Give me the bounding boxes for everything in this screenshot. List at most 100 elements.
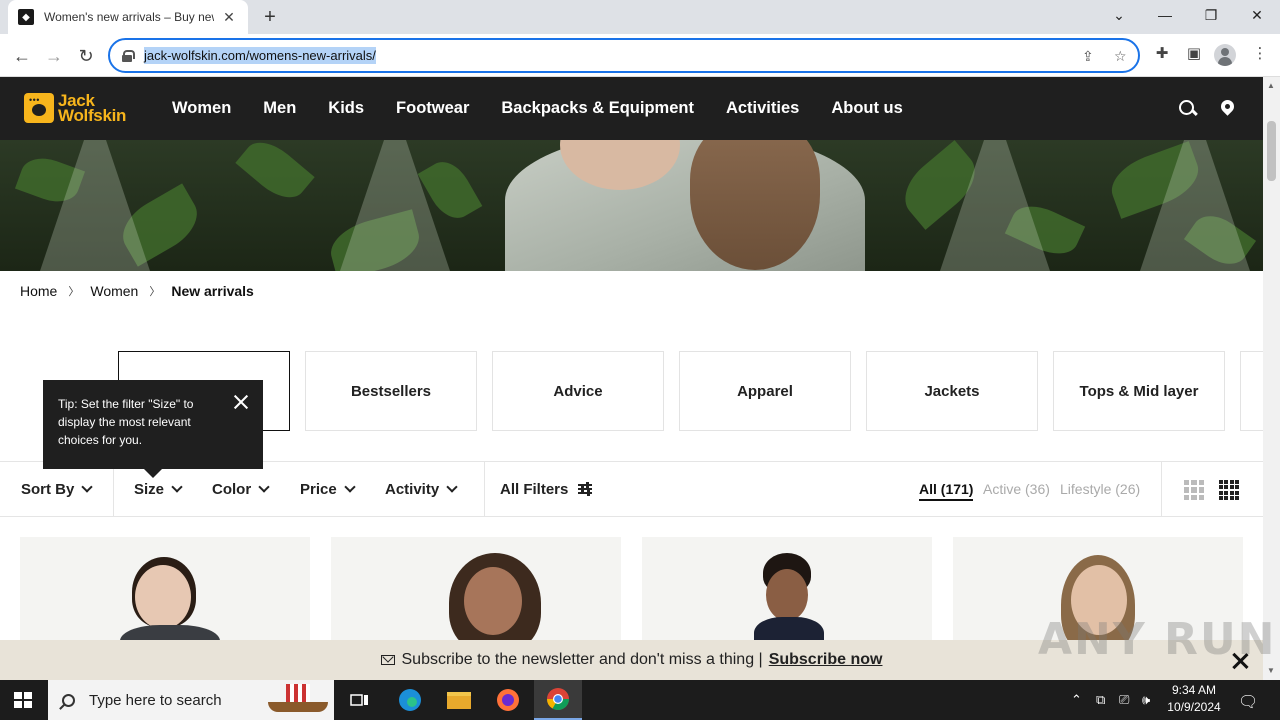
segment-active[interactable]: Active (36) [983,481,1050,497]
clock-date: 10/9/2024 [1167,700,1221,714]
chevron-down-icon [258,480,270,493]
restore-button[interactable]: ❐ [1188,0,1234,30]
scroll-up-arrow-icon[interactable]: ▲ [1267,81,1275,90]
price-filter-label: Price [300,480,337,498]
nav-women[interactable]: Women [172,99,231,118]
clock-time: 9:34 AM [1171,683,1217,697]
activity-filter-label: Activity [385,480,440,498]
file-explorer-icon[interactable] [435,680,483,720]
close-icon[interactable] [231,392,251,412]
address-bar[interactable]: jack-wolfskin.com/womens-new-arrivals/ ⇪… [108,38,1140,73]
size-filter-label: Size [134,480,165,498]
page-scrollbar[interactable]: ▲ ▼ [1263,77,1280,680]
extensions-icon[interactable]: ✚ [1150,44,1174,68]
back-arrow-icon[interactable]: ← [8,42,36,70]
breadcrumb: Home 〉 Women 〉 New arrivals [20,283,254,299]
sliders-icon [578,482,593,496]
breadcrumb-current: New arrivals [171,283,254,299]
tab-close-icon[interactable]: ✕ [220,9,238,26]
notifications-icon[interactable]: 🗨 [1238,692,1258,712]
chrome-icon[interactable] [534,680,582,720]
subscribe-now-link[interactable]: Subscribe now [769,651,883,669]
url-text[interactable]: jack-wolfskin.com/womens-new-arrivals/ [144,47,376,64]
tab-title: Women's new arrivals – Buy new [44,10,214,24]
taskbar-clock[interactable]: 9:34 AM 10/9/2024 [1160,682,1228,716]
activity-filter-dropdown[interactable]: Activity [385,462,458,516]
category-tile-apparel[interactable]: Apparel [679,351,851,431]
search-icon[interactable] [1177,98,1199,120]
menu-kebab-icon[interactable]: ⋮ [1248,44,1272,68]
minimize-button[interactable]: — [1142,0,1188,30]
lock-icon[interactable] [122,49,135,62]
favicon-icon: ◆ [18,9,34,25]
color-filter-dropdown[interactable]: Color [212,462,270,516]
product-card[interactable] [20,537,310,642]
category-tile-advice[interactable]: Advice [492,351,664,431]
edge-browser-icon[interactable] [386,680,434,720]
divider [113,462,114,516]
network-icon[interactable]: ⎚ [1119,692,1129,708]
scroll-down-arrow-icon[interactable]: ▼ [1267,666,1275,675]
divider [484,462,485,516]
forward-arrow-icon[interactable]: → [40,42,68,70]
side-panel-icon[interactable]: ▣ [1182,44,1206,68]
segment-all[interactable]: All (171) [919,481,974,501]
product-card[interactable] [331,537,621,642]
profile-avatar[interactable] [1214,44,1236,66]
nav-backpacks-equipment[interactable]: Backpacks & Equipment [501,99,694,118]
all-filters-label: All Filters [500,480,569,498]
main-navigation: Women Men Kids Footwear Backpacks & Equi… [172,77,935,140]
reload-icon[interactable]: ↻ [72,42,100,70]
grid-4-view-icon[interactable] [1219,480,1239,500]
windows-taskbar: Type here to search [0,680,1280,720]
task-view-icon[interactable] [336,680,384,720]
sort-by-dropdown[interactable]: Sort By [21,462,94,516]
nav-about-us[interactable]: About us [831,99,903,118]
product-card[interactable] [642,537,932,642]
breadcrumb-home[interactable]: Home [20,283,57,299]
anyrun-watermark: ANY RUN [1038,614,1277,665]
browser-toolbar: ← → ↻ jack-wolfskin.com/womens-new-arriv… [0,34,1280,77]
chevron-down-icon [446,480,458,493]
tray-chevron-up-icon[interactable]: ⌃ [1071,692,1082,708]
browser-tab[interactable]: ◆ Women's new arrivals – Buy new ✕ [8,0,248,34]
logo-text-line2: Wolfskin [58,106,127,125]
bookmark-star-icon[interactable]: ☆ [1114,48,1127,65]
segment-lifestyle[interactable]: Lifestyle (26) [1060,481,1140,497]
windows-start-icon[interactable] [14,692,32,708]
envelope-icon [380,655,395,665]
category-tile-tops-mid-layer[interactable]: Tops & Mid layer [1053,351,1225,431]
chevron-right-icon: 〉 [68,286,80,298]
category-tile-jackets[interactable]: Jackets [866,351,1038,431]
volume-icon[interactable]: 🕪 [1142,692,1150,708]
firefox-icon[interactable] [484,680,532,720]
tray-device-icon[interactable]: ⧉ [1096,692,1105,708]
taskbar-search-placeholder: Type here to search [89,691,222,709]
share-icon[interactable]: ⇪ [1082,48,1094,65]
viking-ship-search-highlight-icon [268,684,328,716]
grid-3-view-icon[interactable] [1184,480,1204,500]
tab-search-icon[interactable]: ⌄ [1096,0,1142,30]
chevron-down-icon [171,480,183,493]
nav-men[interactable]: Men [263,99,296,118]
category-tile-bestsellers[interactable]: Bestsellers [305,351,477,431]
size-filter-tip-tooltip: Tip: Set the filter "Size" to display th… [43,380,263,469]
scrollbar-thumb[interactable] [1267,121,1276,181]
nav-activities[interactable]: Activities [726,99,799,118]
nav-footwear[interactable]: Footwear [396,99,469,118]
divider [1161,462,1162,516]
price-filter-dropdown[interactable]: Price [300,462,356,516]
nav-kids[interactable]: Kids [328,99,364,118]
close-window-button[interactable]: ✕ [1234,0,1280,30]
category-tile-partial[interactable] [1240,351,1263,431]
jack-wolfskin-logo[interactable]: Jack Wolfskin [24,92,127,125]
chevron-down-icon [81,480,94,493]
breadcrumb-women[interactable]: Women [90,283,138,299]
chevron-down-icon [344,480,356,493]
new-tab-button[interactable]: + [258,5,282,29]
store-locator-pin-icon[interactable] [1219,98,1241,120]
tooltip-arrow [144,469,162,478]
paw-logo-icon [24,93,54,123]
chevron-right-icon: 〉 [149,286,161,298]
all-filters-button[interactable]: All Filters [500,462,593,516]
